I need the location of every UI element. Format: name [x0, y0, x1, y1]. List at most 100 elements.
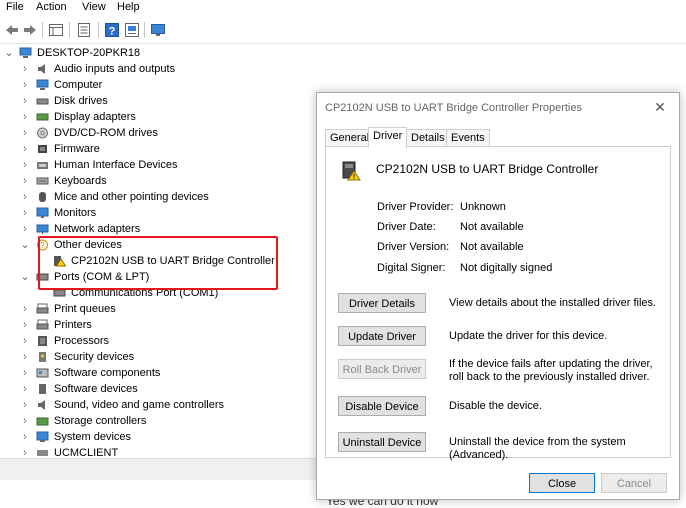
tree-item[interactable]: › Audio inputs and outputs: [0, 61, 318, 77]
menu-action[interactable]: Action: [36, 1, 67, 13]
update-driver-button[interactable]: Update Driver: [338, 326, 426, 346]
tree-item[interactable]: › Software components: [0, 365, 318, 381]
uninstall-device-desc: Uninstall the device from the system (Ad…: [449, 436, 626, 461]
properties-grid-icon[interactable]: [48, 22, 64, 38]
firmware-icon: [38, 145, 47, 153]
chevron-down-icon[interactable]: ⌄: [20, 237, 30, 253]
tree-item[interactable]: › DVD/CD-ROM drives: [0, 125, 318, 141]
tree-item[interactable]: › Sound, video and game controllers: [0, 397, 318, 413]
tab-general[interactable]: General: [325, 129, 375, 147]
chevron-right-icon[interactable]: ›: [20, 93, 30, 109]
tree-item-label: DVD/CD-ROM drives: [54, 127, 158, 139]
forward-arrow-icon[interactable]: [22, 22, 38, 38]
chevron-right-icon[interactable]: ›: [20, 157, 30, 173]
tree-item[interactable]: › Software devices: [0, 381, 318, 397]
chevron-right-icon[interactable]: ›: [20, 317, 30, 333]
chevron-right-icon[interactable]: ›: [20, 109, 30, 125]
sound-icon: [38, 400, 45, 410]
tree-item-label: System devices: [54, 431, 132, 443]
chevron-right-icon[interactable]: ›: [20, 189, 30, 205]
driver-details-button[interactable]: Driver Details: [338, 293, 426, 313]
tree-root-label: DESKTOP-20PKR18: [37, 47, 141, 59]
menu-view[interactable]: View: [82, 1, 106, 13]
tab-details[interactable]: Details: [406, 129, 450, 147]
properties-dialog: CP2102N USB to UART Bridge Controller Pr…: [316, 92, 680, 500]
storage-icon: [36, 417, 49, 426]
chevron-right-icon[interactable]: ›: [20, 429, 30, 445]
tree-item[interactable]: › Keyboards: [0, 173, 318, 189]
tree-item[interactable]: › Display adapters: [0, 109, 318, 125]
processor-icon: [38, 336, 47, 346]
tree-item[interactable]: › Processors: [0, 333, 318, 349]
menu-help[interactable]: Help: [117, 1, 140, 13]
close-icon[interactable]: ✕: [651, 98, 669, 116]
tree-item-label: Printers: [54, 319, 92, 331]
system-icon: [36, 431, 49, 442]
software-component-icon: [36, 368, 49, 378]
back-arrow-icon[interactable]: [4, 22, 20, 38]
chevron-right-icon[interactable]: ›: [20, 125, 30, 141]
chevron-right-icon[interactable]: ›: [20, 77, 30, 93]
svg-text:?: ?: [109, 26, 116, 38]
tree-item-label: Software components: [54, 367, 161, 379]
tree-item[interactable]: › Human Interface Devices: [0, 157, 318, 173]
tree-item-label: Software devices: [54, 383, 138, 395]
chevron-right-icon[interactable]: ›: [20, 349, 30, 365]
menu-file[interactable]: File: [6, 1, 24, 13]
tree-item[interactable]: › System devices: [0, 429, 318, 445]
chevron-right-icon[interactable]: ›: [20, 173, 30, 189]
chevron-down-icon[interactable]: ⌄: [4, 45, 14, 61]
chevron-right-icon[interactable]: ›: [20, 397, 30, 413]
toolbar-separator: [98, 22, 99, 38]
uninstall-device-button[interactable]: Uninstall Device: [338, 432, 426, 452]
tree-item[interactable]: › Monitors: [0, 205, 318, 221]
tree-item-label: Storage controllers: [54, 415, 147, 427]
chevron-right-icon[interactable]: ›: [20, 141, 30, 157]
chevron-right-icon[interactable]: ›: [20, 221, 30, 237]
help-icon[interactable]: ?: [104, 22, 120, 38]
cancel-button[interactable]: Cancel: [601, 473, 667, 493]
tree-item-label: Network adapters: [54, 223, 141, 235]
tree-item[interactable]: › Disk drives: [0, 93, 318, 109]
tree-item[interactable]: › Network adapters: [0, 221, 318, 237]
tree-item-label: Keyboards: [54, 175, 107, 187]
driver-details-desc: View details about the installed driver …: [449, 297, 657, 309]
computer-icon: [19, 47, 32, 58]
tree-item-label: Monitors: [54, 207, 97, 219]
tree-item-label: Display adapters: [54, 111, 136, 123]
tree-item[interactable]: › Security devices: [0, 349, 318, 365]
chevron-right-icon[interactable]: ›: [20, 381, 30, 397]
chevron-right-icon[interactable]: ›: [20, 301, 30, 317]
tree-item-label: Sound, video and game controllers: [54, 399, 224, 411]
roll-back-driver-button[interactable]: Roll Back Driver: [338, 359, 426, 379]
disable-device-button[interactable]: Disable Device: [338, 396, 426, 416]
list-view-icon[interactable]: [76, 22, 92, 38]
tree-root[interactable]: ⌄ DESKTOP-20PKR18: [0, 45, 318, 61]
tree-item[interactable]: › Print queues: [0, 301, 318, 317]
software-device-icon: [39, 384, 46, 394]
monitor-icon[interactable]: [150, 22, 166, 38]
keyboard-icon: [36, 177, 49, 185]
speaker-icon: [38, 64, 45, 74]
field-label-provider: Driver Provider:: [377, 201, 454, 213]
chevron-right-icon[interactable]: ›: [20, 333, 30, 349]
close-button[interactable]: Close: [529, 473, 595, 493]
tree-item[interactable]: › Computer: [0, 77, 318, 93]
tree-item[interactable]: › Mice and other pointing devices: [0, 189, 318, 205]
chevron-right-icon[interactable]: ›: [20, 205, 30, 221]
tree-item[interactable]: › Storage controllers: [0, 413, 318, 429]
tree-item-label: Mice and other pointing devices: [54, 191, 209, 203]
highlight-annotation-box: [38, 236, 278, 290]
tree-item[interactable]: › Printers: [0, 317, 318, 333]
toolbar: ?: [0, 16, 686, 44]
chevron-right-icon[interactable]: ›: [20, 413, 30, 429]
toolbar-separator: [42, 22, 43, 38]
tree-item[interactable]: › Firmware: [0, 141, 318, 157]
device-properties-icon[interactable]: [124, 22, 140, 38]
chevron-right-icon[interactable]: ›: [20, 365, 30, 381]
chevron-down-icon[interactable]: ⌄: [20, 269, 30, 285]
update-driver-desc: Update the driver for this device.: [449, 330, 608, 342]
chevron-right-icon[interactable]: ›: [20, 61, 30, 77]
tab-driver[interactable]: Driver: [368, 127, 408, 148]
tab-events[interactable]: Events: [446, 129, 490, 147]
